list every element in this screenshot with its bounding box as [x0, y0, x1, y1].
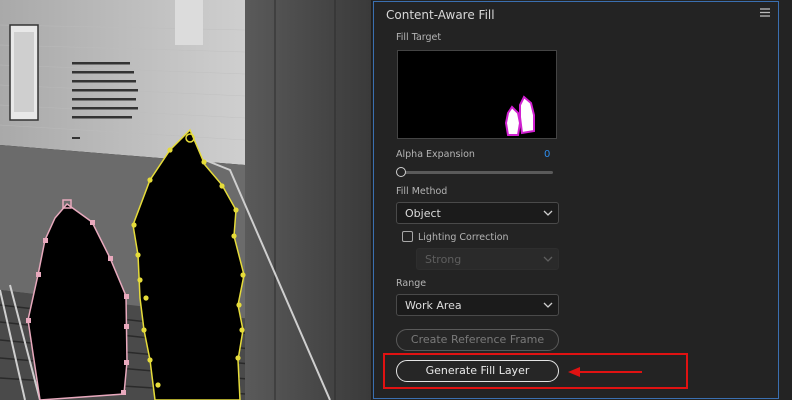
arrow-left-icon: [568, 367, 642, 377]
range-dropdown[interactable]: Work Area: [396, 294, 559, 316]
chevron-down-icon: [543, 256, 553, 262]
fill-target-preview: [397, 50, 557, 139]
hamburger-icon[interactable]: [760, 8, 770, 18]
range-value: Work Area: [405, 299, 462, 312]
side-wall: [245, 0, 371, 400]
fill-method-dropdown[interactable]: Object: [396, 202, 559, 224]
create-reference-frame-button[interactable]: Create Reference Frame: [396, 329, 559, 351]
lighting-strength-value: Strong: [425, 253, 462, 266]
range-label: Range: [396, 278, 427, 289]
alpha-expansion-label: Alpha Expansion: [396, 149, 475, 160]
panel-title: Content-Aware Fill: [386, 8, 495, 22]
fill-target-label: Fill Target: [396, 32, 442, 43]
alpha-expansion-value[interactable]: 0: [544, 149, 550, 160]
alpha-expansion-slider-thumb[interactable]: [396, 167, 406, 177]
chevron-down-icon: [543, 302, 553, 308]
lighting-correction-checkbox[interactable]: [402, 231, 413, 242]
lighting-correction-label: Lighting Correction: [418, 232, 509, 243]
alpha-expansion-slider[interactable]: [400, 171, 553, 174]
chevron-down-icon: [543, 210, 553, 216]
pillar: [175, 0, 203, 45]
content-aware-fill-panel: Content-Aware Fill Fill Target Alpha Exp…: [372, 0, 792, 400]
fill-method-value: Object: [405, 207, 441, 220]
composition-viewer[interactable]: [0, 0, 371, 400]
fill-method-label: Fill Method: [396, 186, 448, 197]
lighting-strength-dropdown: Strong: [416, 248, 559, 270]
